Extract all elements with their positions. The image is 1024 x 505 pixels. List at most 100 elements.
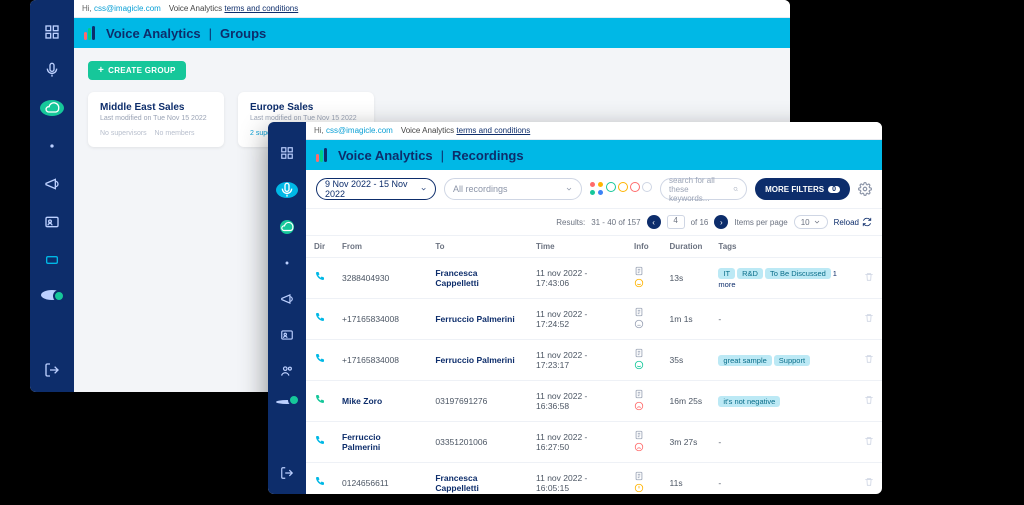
grid-icon[interactable]	[590, 182, 604, 196]
duration-cell: 3m 27s	[662, 422, 711, 463]
neutral-face-icon[interactable]	[618, 182, 628, 192]
table-row[interactable]: Ferruccio Palmerini0335120100611 nov 202…	[306, 422, 882, 463]
table-row[interactable]: 3288404930Francesca Cappelletti11 nov 20…	[306, 258, 882, 299]
user-card-icon[interactable]	[280, 328, 294, 342]
table-row[interactable]: +17165834008Ferruccio Palmerini11 nov 20…	[306, 340, 882, 381]
sidenav	[30, 0, 74, 392]
from-cell: Mike Zoro	[334, 381, 427, 422]
next-page-button[interactable]: ›	[714, 215, 728, 229]
toolbar: 9 Nov 2022 - 15 Nov 2022 All recordings …	[306, 170, 882, 209]
tags-cell: it's not negative	[710, 381, 856, 422]
from-cell: +17165834008	[334, 299, 427, 340]
card-icon[interactable]	[44, 252, 60, 268]
to-cell: 03197691276	[427, 381, 528, 422]
tags-cell: great sampleSupport	[710, 340, 856, 381]
search-input[interactable]: search for all these keywords...	[660, 178, 747, 200]
duration-cell: 13s	[662, 258, 711, 299]
from-cell: +17165834008	[334, 340, 427, 381]
delete-button[interactable]	[856, 381, 882, 422]
prev-page-button[interactable]: ‹	[647, 215, 661, 229]
recordings-filter-select[interactable]: All recordings	[444, 178, 582, 200]
pager: Results: 31 - 40 of 157 ‹ 4 of 16 › Item…	[306, 209, 882, 236]
time-cell: 11 nov 2022 - 17:24:52	[528, 299, 626, 340]
direction-icon	[314, 275, 326, 285]
from-cell: 3288404930	[334, 258, 427, 299]
user-card-icon[interactable]	[44, 214, 60, 230]
mic-icon[interactable]	[44, 62, 60, 78]
group-card[interactable]: Middle East Sales Last modified on Tue N…	[88, 92, 224, 147]
happy-face-icon[interactable]	[606, 182, 616, 192]
cloud-icon[interactable]	[280, 220, 294, 234]
to-cell: Francesca Cappelletti	[427, 258, 528, 299]
table-row[interactable]: 0124656611Francesca Cappelletti11 nov 20…	[306, 463, 882, 495]
app-logo-icon	[84, 26, 98, 40]
avatar[interactable]	[41, 290, 63, 300]
tags-cell: ITR&DTo Be Discussed1 more	[710, 258, 856, 299]
gear-icon[interactable]	[858, 182, 872, 196]
items-per-page-select[interactable]: 10	[794, 215, 828, 229]
info-cell	[626, 422, 662, 463]
logout-icon[interactable]	[44, 362, 60, 378]
avatar[interactable]	[276, 400, 298, 404]
date-range-select[interactable]: 9 Nov 2022 - 15 Nov 2022	[316, 178, 436, 200]
dashboard-icon[interactable]	[44, 24, 60, 40]
create-group-button[interactable]: CREATE GROUP	[88, 61, 186, 80]
delete-button[interactable]	[856, 299, 882, 340]
app-title: Voice Analytics	[106, 26, 201, 41]
info-cell	[626, 381, 662, 422]
info-cell	[626, 299, 662, 340]
time-cell: 11 nov 2022 - 16:27:50	[528, 422, 626, 463]
users-icon[interactable]	[280, 364, 294, 378]
duration-cell: 1m 1s	[662, 299, 711, 340]
page-title: Recordings	[452, 148, 524, 163]
from-cell: Ferruccio Palmerini	[334, 422, 427, 463]
duration-cell: 11s	[662, 463, 711, 495]
to-cell: Francesca Cappelletti	[427, 463, 528, 495]
info-cell	[626, 463, 662, 495]
sad-face-icon[interactable]	[630, 182, 640, 192]
duration-cell: 16m 25s	[662, 381, 711, 422]
table-row[interactable]: Mike Zoro0319769127611 nov 2022 - 16:36:…	[306, 381, 882, 422]
sidenav	[268, 122, 306, 494]
from-cell: 0124656611	[334, 463, 427, 495]
dashboard-icon[interactable]	[280, 146, 294, 160]
time-cell: 11 nov 2022 - 16:36:58	[528, 381, 626, 422]
table-row[interactable]: +17165834008Ferruccio Palmerini11 nov 20…	[306, 299, 882, 340]
time-cell: 11 nov 2022 - 17:43:06	[528, 258, 626, 299]
titlebar: Voice Analytics | Recordings	[306, 140, 882, 170]
sentiment-filter[interactable]	[590, 182, 652, 196]
info-cell	[626, 340, 662, 381]
cloud-icon[interactable]	[40, 100, 64, 116]
terms-link[interactable]: terms and conditions	[224, 4, 298, 13]
megaphone-icon[interactable]	[280, 292, 294, 306]
delete-button[interactable]	[856, 340, 882, 381]
dot-icon[interactable]	[280, 256, 294, 270]
terms-link[interactable]: terms and conditions	[456, 126, 530, 135]
app-logo-icon	[316, 148, 330, 162]
delete-button[interactable]	[856, 422, 882, 463]
direction-icon	[314, 439, 326, 449]
page-input[interactable]: 4	[667, 215, 685, 229]
time-cell: 11 nov 2022 - 16:05:15	[528, 463, 626, 495]
to-cell: Ferruccio Palmerini	[427, 299, 528, 340]
dot-icon[interactable]	[44, 138, 60, 154]
tags-cell: -	[710, 299, 856, 340]
delete-button[interactable]	[856, 463, 882, 495]
logout-icon[interactable]	[280, 466, 294, 480]
to-cell: Ferruccio Palmerini	[427, 340, 528, 381]
direction-icon	[314, 316, 326, 326]
to-cell: 03351201006	[427, 422, 528, 463]
na-face-icon[interactable]	[642, 182, 652, 192]
direction-icon	[314, 398, 326, 408]
delete-button[interactable]	[856, 258, 882, 299]
reload-button[interactable]: Reload	[834, 217, 872, 227]
user-email: css@imagicle.com	[326, 126, 393, 135]
more-filters-button[interactable]: MORE FILTERS 0	[755, 178, 850, 200]
mic-icon[interactable]	[276, 182, 298, 198]
direction-icon	[314, 357, 326, 367]
titlebar: Voice Analytics | Groups	[74, 18, 790, 48]
duration-cell: 35s	[662, 340, 711, 381]
direction-icon	[314, 480, 326, 490]
info-cell	[626, 258, 662, 299]
megaphone-icon[interactable]	[44, 176, 60, 192]
